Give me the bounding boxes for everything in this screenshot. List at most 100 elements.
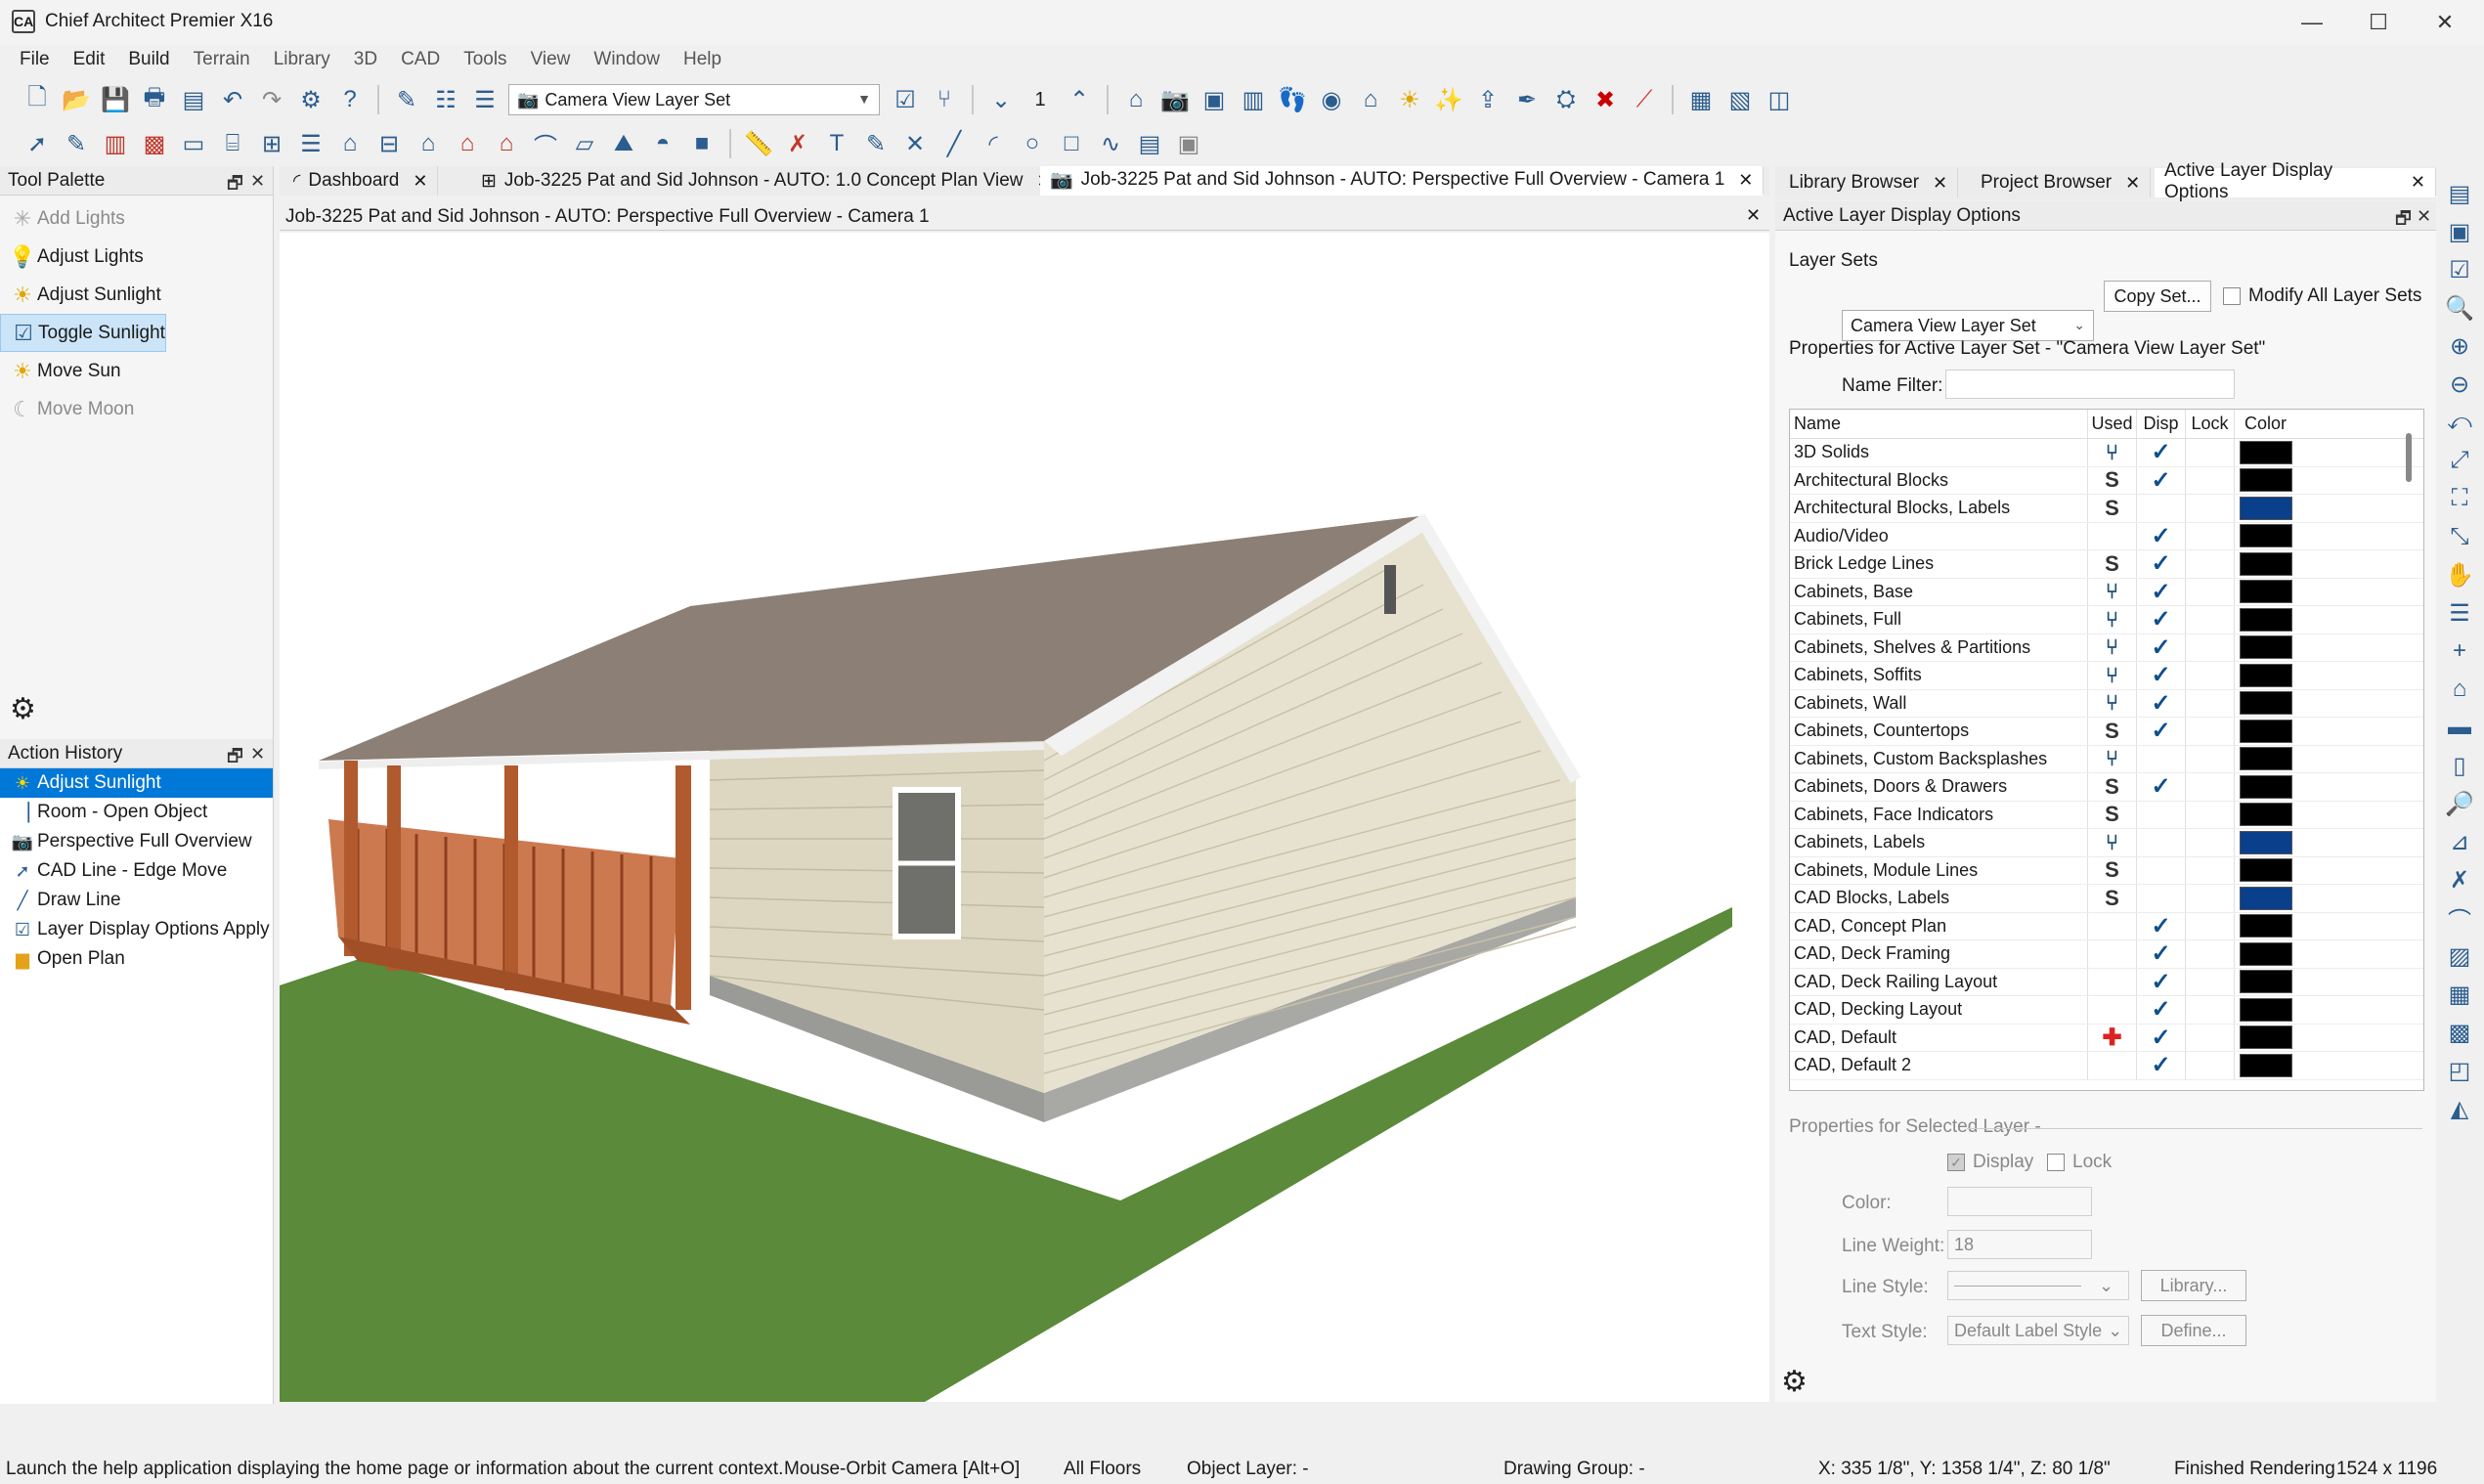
close-tab-icon[interactable]: ✕ — [2411, 172, 2425, 193]
checkbox[interactable] — [2223, 287, 2241, 305]
col-used[interactable]: Used — [2087, 410, 2136, 438]
history-item[interactable]: ▕ Room - Open Object — [0, 798, 273, 827]
close-panel-icon[interactable]: ✕ — [250, 171, 265, 192]
color-cell[interactable] — [2234, 1052, 2296, 1079]
close-tab-icon[interactable]: ✕ — [413, 171, 427, 192]
3d-camera-view[interactable] — [280, 233, 1769, 1402]
project-browser-icon[interactable]: ▣ — [2442, 214, 2477, 249]
menu-file[interactable]: File — [8, 49, 62, 70]
menu-tools[interactable]: Tools — [452, 49, 518, 70]
layer-row[interactable]: CAD Blocks, Labels S — [1790, 885, 2423, 913]
export-icon[interactable]: ⇪ — [1470, 82, 1505, 117]
color-cell[interactable] — [2234, 578, 2296, 605]
lock-cell[interactable] — [2185, 996, 2234, 1024]
display-check-icon[interactable]: ✓ — [2136, 633, 2185, 661]
layer-row[interactable]: Cabinets, Countertops S ✓ — [1790, 718, 2423, 746]
layer-row[interactable]: CAD, Default 2 ✓ — [1790, 1052, 2423, 1080]
eyedropper-icon[interactable]: ✒ — [1509, 82, 1545, 117]
display-cell[interactable] — [2136, 885, 2185, 912]
lock-cell[interactable] — [2185, 773, 2234, 801]
tab-dashboard[interactable]: ◜ Dashboard ✕ — [283, 166, 439, 196]
display-check-icon[interactable]: ✓ — [2136, 968, 2185, 995]
layer-row[interactable]: CAD, Concept Plan ✓ — [1790, 912, 2423, 940]
menu-3d[interactable]: 3D — [342, 49, 389, 70]
lock-cell[interactable] — [2185, 885, 2234, 912]
cad-detail-icon[interactable]: ▣ — [1171, 126, 1206, 161]
minimize-button[interactable]: — — [2280, 0, 2344, 45]
wall-icon[interactable]: ▥ — [98, 126, 133, 161]
floor-down-icon[interactable]: ⌄ — [983, 82, 1019, 117]
layer-row[interactable]: Cabinets, Soffits ⑂ ✓ — [1790, 662, 2423, 690]
floor-up-icon[interactable]: ⌃ — [1062, 82, 1097, 117]
layer-row[interactable]: Cabinets, Labels ⑂ — [1790, 829, 2423, 857]
zoom-icon[interactable]: 🔍 — [2442, 290, 2477, 326]
color-cell[interactable] — [2234, 689, 2296, 717]
marker-icon[interactable]: ✗ — [780, 126, 815, 161]
settings-gear-icon[interactable]: ⚙ — [10, 692, 36, 726]
col-name[interactable]: Name — [1790, 414, 2087, 434]
lock-cell[interactable] — [2185, 829, 2234, 856]
color-cell[interactable] — [2234, 829, 2296, 856]
display-check-icon[interactable]: ✓ — [2136, 689, 2185, 717]
layer-set-dropdown[interactable]: Camera View Layer Set ⌄ — [1842, 310, 2094, 341]
layer-row[interactable]: Cabinets, Doors & Drawers S ✓ — [1790, 773, 2423, 802]
new-file-icon[interactable]: 🗋 — [20, 82, 55, 117]
history-item[interactable]: ▆ Open Plan — [0, 944, 273, 974]
object-snap-icon[interactable]: ◰ — [2442, 1053, 2477, 1088]
checkbox[interactable]: ✓ — [1947, 1154, 1965, 1171]
color-cell[interactable] — [2234, 912, 2296, 939]
dimension-icon[interactable]: 📏 — [741, 126, 776, 161]
print-icon[interactable]: 🖶 — [137, 82, 172, 117]
camera-view-icon[interactable]: 📷 — [1157, 82, 1193, 117]
tool-adjust-lights[interactable]: 💡 Adjust Lights — [0, 238, 273, 276]
lock-cell[interactable] — [2185, 745, 2234, 772]
col-color[interactable]: Color — [2234, 410, 2296, 438]
display-check-icon[interactable]: ✓ — [2136, 996, 2185, 1024]
display-check-icon[interactable]: ✓ — [2136, 912, 2185, 939]
lock-cell[interactable] — [2185, 466, 2234, 494]
layer-row[interactable]: CAD, Deck Railing Layout ✓ — [1790, 968, 2423, 996]
cad-block-icon[interactable]: ▤ — [1132, 126, 1167, 161]
color-cell[interactable] — [2234, 495, 2296, 522]
menu-edit[interactable]: Edit — [62, 49, 117, 70]
lock-cell[interactable] — [2185, 856, 2234, 884]
color-field[interactable] — [1947, 1187, 2092, 1216]
curve-icon[interactable]: ⌒ — [2442, 900, 2477, 936]
lock-checkbox[interactable]: Lock — [2047, 1152, 2112, 1173]
layer-row[interactable]: CAD, Default ✚ ✓ — [1790, 1024, 2423, 1052]
door-icon[interactable]: ⌸ — [215, 126, 250, 161]
close-window-button[interactable]: ✕ — [2413, 0, 2477, 45]
open-folder-icon[interactable]: 📂 — [59, 82, 94, 117]
undo-zoom-icon[interactable]: ⤺ — [2442, 405, 2477, 440]
edit-mode-icon[interactable]: ✎ — [59, 126, 94, 161]
tool-move-sun[interactable]: ☀ Move Sun — [0, 352, 273, 390]
color-cell[interactable] — [2234, 550, 2296, 578]
menu-help[interactable]: Help — [672, 49, 733, 70]
framing-icon[interactable]: ⊟ — [371, 126, 407, 161]
display-check-icon[interactable]: ✓ — [2136, 466, 2185, 494]
flat-line-icon[interactable]: ▬ — [2442, 710, 2477, 745]
lock-cell[interactable] — [2185, 940, 2234, 968]
lock-cell[interactable] — [2185, 968, 2234, 995]
arch-icon[interactable]: ⌒ — [528, 126, 563, 161]
house-icon[interactable]: ⌂ — [1353, 82, 1388, 117]
display-cell[interactable] — [2136, 745, 2185, 772]
display-check-icon[interactable]: ✓ — [2136, 718, 2185, 745]
tool-move-moon[interactable]: ☾ Move Moon — [0, 390, 273, 428]
layer-row[interactable]: CAD, Decking Layout ✓ — [1790, 996, 2423, 1025]
layer-row[interactable]: Cabinets, Shelves & Partitions ⑂ ✓ — [1790, 633, 2423, 662]
lock-cell[interactable] — [2185, 550, 2234, 578]
close-tab-icon[interactable]: ✕ — [1738, 170, 1753, 191]
stairs-icon[interactable]: ☰ — [293, 126, 328, 161]
layer-set-select[interactable]: 📷 Camera View Layer Set ▼ — [508, 84, 880, 115]
menu-build[interactable]: Build — [116, 49, 181, 70]
display-cell[interactable] — [2136, 495, 2185, 522]
menu-terrain[interactable]: Terrain — [182, 49, 262, 70]
layers-icon[interactable]: ☰ — [2442, 595, 2477, 631]
help-icon[interactable]: ? — [332, 82, 368, 117]
display-check-icon[interactable]: ✓ — [2136, 439, 2185, 466]
material-painter-icon[interactable]: ⛭ — [1548, 82, 1584, 117]
room-icon[interactable]: ▭ — [176, 126, 211, 161]
grid-snap-icon[interactable]: ▩ — [2442, 1015, 2477, 1050]
color-cell[interactable] — [2234, 968, 2296, 995]
